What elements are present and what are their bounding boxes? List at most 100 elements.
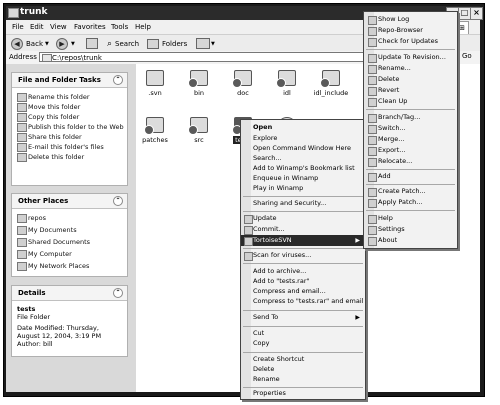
menu-item-create-patch[interactable]: Create Patch... [364,186,457,197]
menu-item-svn-update[interactable]: Update [241,213,365,224]
folder-item[interactable]: doc [218,70,268,97]
menu-item-open[interactable]: Open [241,122,365,133]
about-icon [368,237,377,246]
search-button[interactable]: ⌕ Search [107,37,139,50]
go-button[interactable]: Go [462,52,472,60]
task-delete-folder[interactable]: Delete this folder [12,153,127,162]
menu-item-update-revision[interactable]: Update To Revision... [364,52,457,63]
folders-button[interactable]: Folders [147,37,187,50]
menu-item-switch[interactable]: Switch... [364,123,457,134]
menu-item-send-to[interactable]: Send To ▶ [241,312,365,323]
panel-header[interactable]: Other Places ⌃ [12,194,127,209]
close-button[interactable]: × [470,7,483,20]
menu-separator [366,169,455,170]
menu-separator [243,263,363,264]
place-shared-documents[interactable]: Shared Documents [12,238,127,247]
menu-item-repo-browser[interactable]: Repo-Browser [364,25,457,36]
place-repos[interactable]: repos [12,214,127,223]
up-folder-button[interactable] [86,37,98,50]
versioned-folder-icon [188,117,208,135]
menu-item-delete[interactable]: Delete [364,74,457,85]
menu-item-rename[interactable]: Rename [241,374,365,385]
menu-item-play-winamp[interactable]: Play in Winamp [241,183,365,194]
menu-separator [243,196,363,197]
tortoisesvn-submenu: Show Log Repo-Browser Check for Updates … [363,11,458,249]
menu-item-export[interactable]: Export... [364,145,457,156]
panel-title: Other Places [18,197,69,205]
menu-item-clean-up[interactable]: Clean Up [364,96,457,107]
network-icon [17,262,27,271]
details-type: File Folder [17,313,51,321]
checkmark-overlay-icon [320,78,330,88]
add-icon [368,173,377,182]
details-author: Author: bill [17,340,53,348]
menu-item-revert[interactable]: Revert [364,85,457,96]
forward-button[interactable]: ▶ ▼ [56,37,75,50]
menu-item-add[interactable]: Add [364,171,457,182]
menu-item-compress-tests-email[interactable]: Compress to "tests.rar" and email [241,296,365,307]
menu-label: Sharing and Security... [253,199,327,207]
menu-item-merge[interactable]: Merge... [364,134,457,145]
folder-name: idl_include [313,89,349,97]
menu-view[interactable]: View [50,23,67,31]
menu-item-scan-viruses[interactable]: Scan for viruses... [241,250,365,261]
folder-item[interactable]: patches [130,117,180,144]
menu-item-branch-tag[interactable]: Branch/Tag... [364,112,457,123]
menu-favorites[interactable]: Favorites [74,23,106,31]
collapse-icon: ⌃ [113,288,123,298]
folder-item[interactable]: .svn [130,70,180,97]
task-copy-folder[interactable]: Copy this folder [12,113,127,122]
task-email-files[interactable]: E-mail this folder's files [12,143,127,152]
rename-icon [368,65,377,74]
svn-commit-icon [244,226,253,235]
file-folder-tasks-panel: File and Folder Tasks ⌃ Rename this fold… [11,72,128,186]
task-rename-folder[interactable]: Rename this folder [12,93,127,102]
task-publish-folder[interactable]: Publish this folder to the Web [12,123,127,132]
submenu-arrow-icon: ▶ [355,237,360,244]
folder-item[interactable]: src [174,117,224,144]
menu-file[interactable]: File [12,23,24,31]
task-label: E-mail this folder's files [28,143,104,151]
address-label: Address [9,53,37,61]
checkmark-overlay-icon [232,78,242,88]
search-icon: ⌕ [107,38,113,49]
folder-icon [17,238,27,247]
place-my-documents[interactable]: My Documents [12,226,127,235]
menu-item-relocate[interactable]: Relocate... [364,156,457,167]
back-button[interactable]: ◀ Back ▼ [11,37,49,50]
chevron-down-icon: ▼ [45,40,49,47]
tortoise-icon [244,237,253,246]
email-icon [17,143,27,152]
menu-item-show-log[interactable]: Show Log [364,14,457,25]
menu-item-settings[interactable]: Settings [364,224,457,235]
views-button[interactable]: ▼ [196,37,215,50]
menu-tools[interactable]: Tools [111,23,128,31]
place-label: My Documents [28,226,77,234]
menu-item-tortoisesvn[interactable]: TortoiseSVN ▶ [241,235,365,246]
task-share-folder[interactable]: Share this folder [12,133,127,142]
task-move-folder[interactable]: Move this folder [12,103,127,112]
place-my-computer[interactable]: My Computer [12,250,127,259]
folder-item[interactable]: idl [262,70,312,97]
panel-header[interactable]: Details ⌃ [12,286,127,301]
menu-item-help[interactable]: Help [364,213,457,224]
menu-item-properties[interactable]: Properties [241,388,365,399]
menu-item-sharing-security[interactable]: Sharing and Security... [241,198,365,209]
versioned-folder-icon [320,70,340,88]
place-label: My Network Places [28,262,90,270]
panel-header[interactable]: File and Folder Tasks ⌃ [12,73,127,88]
menu-edit[interactable]: Edit [30,23,44,31]
place-my-network-places[interactable]: My Network Places [12,262,127,271]
folder-item[interactable]: bin [174,70,224,97]
menu-item-svn-commit[interactable]: Commit... [241,224,365,235]
folder-item[interactable]: idl_include [306,70,356,97]
menu-label: Compress to "tests.rar" and email [253,297,364,305]
menu-help[interactable]: Help [135,23,151,31]
menu-item-about[interactable]: About [364,235,457,246]
menu-item-rename[interactable]: Rename... [364,63,457,74]
task-label: Copy this folder [28,113,80,121]
menu-item-copy[interactable]: Copy [241,338,365,349]
menu-item-check-updates[interactable]: Check for Updates [364,36,457,47]
menu-item-apply-patch[interactable]: Apply Patch... [364,197,457,208]
cleanup-icon [368,98,377,107]
